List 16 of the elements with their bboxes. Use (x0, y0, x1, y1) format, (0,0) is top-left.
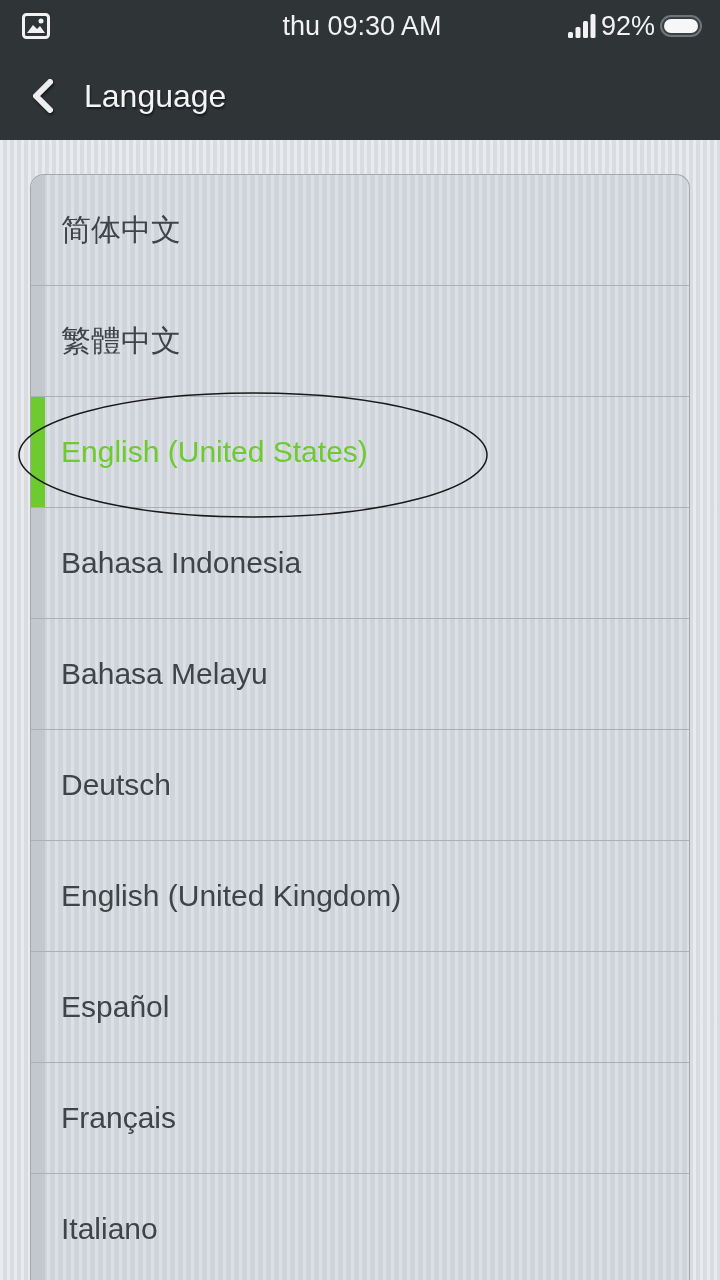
back-icon[interactable] (30, 79, 56, 113)
battery-percentage: 92% (600, 10, 655, 42)
language-option[interactable]: 简体中文 (31, 175, 689, 286)
screen-title: Language (84, 77, 227, 116)
battery-icon (660, 15, 702, 37)
language-option[interactable]: Italiano (31, 1174, 689, 1280)
language-option[interactable]: English (United Kingdom) (31, 841, 689, 952)
status-time: thu 09:30 AM (282, 10, 442, 42)
language-option[interactable]: Español (31, 952, 689, 1063)
signal-icon (567, 14, 596, 38)
language-option[interactable]: Deutsch (31, 730, 689, 841)
language-option[interactable]: Bahasa Indonesia (31, 508, 689, 619)
language-option[interactable]: Français (31, 1063, 689, 1174)
language-option[interactable]: 繁體中文 (31, 286, 689, 397)
picture-icon (22, 13, 50, 39)
language-option[interactable]: Bahasa Melayu (31, 619, 689, 730)
